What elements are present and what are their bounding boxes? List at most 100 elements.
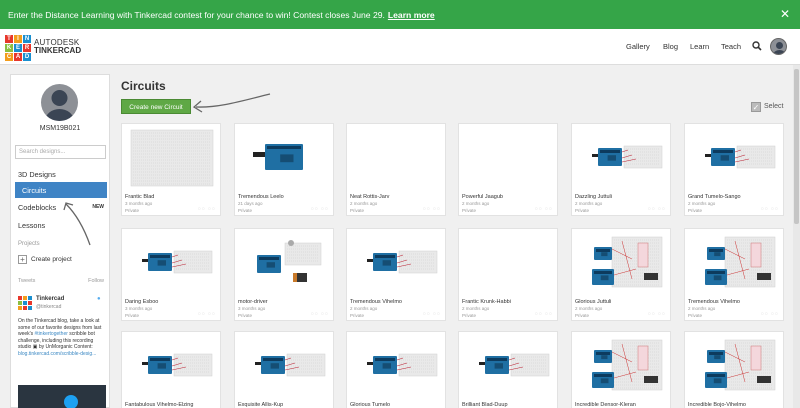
tweets-label: Tweets (18, 278, 36, 284)
circuit-name[interactable]: Exquisite Allis-Kup (238, 402, 283, 408)
nav-blog[interactable]: Blog (663, 42, 678, 51)
circuit-card[interactable]: Exquisite Allis-Kup (234, 331, 334, 408)
circuit-name[interactable]: Fantabulous Vihelmo-Elzing (125, 402, 193, 408)
tweet-body-3: by UnMorganic (38, 344, 73, 350)
circuit-thumbnail (705, 145, 776, 169)
circuit-name[interactable]: Frantic Krunk-Habbi (462, 299, 511, 305)
tweet-media[interactable] (18, 385, 106, 408)
circuit-card[interactable]: Daring Esboo 3 months ago Private ◌◌ ◌◌ (121, 228, 221, 321)
create-new-circuit-button[interactable]: Create new Circuit (121, 99, 191, 114)
card-actions-icon[interactable]: ◌◌ ◌◌ (423, 311, 441, 317)
circuit-card[interactable]: Brilliant Blad-Duup (458, 331, 558, 408)
circuit-thumbnail (592, 145, 663, 169)
tweet-author[interactable]: Tinkercad (36, 296, 64, 302)
sidebar-item-3d-designs[interactable]: 3D Designs (11, 166, 109, 182)
search-designs-input[interactable]: Search designs... (15, 145, 106, 159)
circuit-thumbnail (459, 229, 559, 297)
card-actions-icon[interactable]: ◌◌ ◌◌ (311, 311, 329, 317)
sidebar-item-lessons[interactable]: Lessons (11, 217, 109, 233)
annotation-arrow-top (195, 93, 271, 108)
user-avatar[interactable] (770, 38, 787, 55)
logo-letter: I (14, 35, 22, 43)
circuit-card[interactable]: Tremendous Leelo 21 days ago Private ◌◌ ◌◌ (234, 123, 334, 216)
circuit-card[interactable]: Frantic Blad 3 months ago Private ◌◌ ◌◌ (121, 123, 221, 216)
circuit-card[interactable]: Tremendous Vihelmo 2 months ago Private ◌◌ … (684, 228, 784, 321)
circuit-thumbnail (367, 250, 438, 274)
sidebar-item-codeblocks[interactable]: Codeblocks NEW (11, 199, 109, 215)
sidebar-item-label: 3D Designs (18, 170, 56, 179)
card-actions-icon[interactable]: ◌◌ ◌◌ (761, 311, 779, 317)
search-icon[interactable] (752, 41, 762, 51)
circuit-thumbnail (253, 144, 303, 170)
profile-avatar[interactable] (41, 84, 78, 121)
card-actions-icon[interactable]: ◌◌ ◌◌ (648, 206, 666, 212)
circuit-name[interactable]: Grand Tumelo-Sango (688, 194, 741, 200)
tweet-logo-cell (28, 301, 32, 305)
tweet-logo-cell (18, 296, 22, 300)
logo-letter: T (5, 35, 13, 43)
tweet-link[interactable]: blog.tinkercad.com/scribble-desig... (18, 351, 96, 357)
circuit-name[interactable]: Tremendous Leelo (238, 194, 284, 200)
circuit-card[interactable]: Neat Rottis-Jarv 2 months ago Private ◌◌ ◌◌ (346, 123, 446, 216)
circuit-card[interactable]: Powerful Jaagub 2 months ago Private ◌◌ ◌◌ (458, 123, 558, 216)
circuit-card[interactable]: Glorious Tumelo (346, 331, 446, 408)
circuit-name[interactable]: Glorious Tumelo (350, 402, 390, 408)
nav-gallery[interactable]: Gallery (626, 42, 650, 51)
circuit-card[interactable]: Fantabulous Vihelmo-Elzing (121, 331, 221, 408)
card-actions-icon[interactable]: ◌◌ ◌◌ (311, 206, 329, 212)
tweet-text: On the Tinkercad blog, take a look at so… (18, 318, 106, 357)
card-actions-icon[interactable]: ◌◌ ◌◌ (198, 206, 216, 212)
follow-link[interactable]: Follow (88, 278, 104, 284)
circuit-modified: 21 days ago (238, 201, 263, 206)
circuit-name[interactable]: Powerful Jaagub (462, 194, 503, 200)
circuit-privacy: Private (575, 208, 590, 213)
tweet-avatar[interactable] (18, 296, 32, 310)
card-actions-icon[interactable]: ◌◌ ◌◌ (761, 206, 779, 212)
circuit-name[interactable]: Incredible Bojo-Vihelmo (688, 402, 746, 408)
circuit-name[interactable]: Tremendous Vihelmo (350, 299, 402, 305)
tweet-logo-cell (23, 301, 27, 305)
page-scrollbar[interactable] (793, 65, 800, 408)
new-badge: NEW (92, 204, 104, 210)
circuit-card[interactable]: Dazzling Juttuli 2 months ago Private ◌◌ ◌◌ (571, 123, 671, 216)
play-icon[interactable] (64, 395, 78, 408)
nav-learn[interactable]: Learn (690, 42, 709, 51)
create-project-button[interactable]: + Create project (18, 255, 72, 264)
card-actions-icon[interactable]: ◌◌ ◌◌ (648, 311, 666, 317)
select-checkbox[interactable]: ✓ (751, 102, 761, 112)
brand-name[interactable]: AUTODESK TINKERCAD (34, 39, 81, 55)
circuit-thumbnail (479, 353, 550, 377)
circuit-name[interactable]: Brilliant Blad-Duup (462, 402, 508, 408)
card-actions-icon[interactable]: ◌◌ ◌◌ (198, 311, 216, 317)
circuit-name[interactable]: motor-driver (238, 299, 268, 305)
tweet-logo-cell (18, 301, 22, 305)
circuit-privacy: Private (238, 208, 253, 213)
tinkercad-logo[interactable]: TIN KER CAD (5, 35, 31, 61)
circuit-name[interactable]: Tremendous Vihelmo (688, 299, 740, 305)
scrollbar-thumb[interactable] (794, 69, 799, 224)
select-label[interactable]: Select (764, 103, 783, 110)
circuit-card[interactable]: Frantic Krunk-Habbi 2 months ago Private ◌◌… (458, 228, 558, 321)
close-icon[interactable]: ✕ (780, 8, 790, 20)
circuit-name[interactable]: Frantic Blad (125, 194, 154, 200)
card-actions-icon[interactable]: ◌◌ ◌◌ (535, 206, 553, 212)
tweet-handle[interactable]: @tinkercad (36, 304, 61, 310)
sidebar-item-circuits[interactable]: Circuits (15, 182, 107, 198)
circuit-card[interactable]: motor-driver 3 months ago Private ◌◌ ◌◌ (234, 228, 334, 321)
circuit-name[interactable]: Daring Esboo (125, 299, 158, 305)
circuit-card[interactable]: Grand Tumelo-Sango 2 months ago Private ◌◌ … (684, 123, 784, 216)
circuit-card[interactable]: Incredible Densor-Kleran (571, 331, 671, 408)
circuit-name[interactable]: Dazzling Juttuli (575, 194, 612, 200)
nav-teach[interactable]: Teach (721, 42, 741, 51)
learn-more-link[interactable]: Learn more (388, 10, 435, 20)
circuit-card[interactable]: Glorious Juttuli 2 months ago Private ◌◌ ◌◌ (571, 228, 671, 321)
card-actions-icon[interactable]: ◌◌ ◌◌ (423, 206, 441, 212)
circuit-card[interactable]: Tremendous Vihelmo 2 months ago Private ◌◌ … (346, 228, 446, 321)
circuit-modified: 2 months ago (462, 201, 490, 206)
tweet-hashtag[interactable]: #tinkertogether (35, 331, 68, 337)
circuit-name[interactable]: Incredible Densor-Kleran (575, 402, 636, 408)
circuit-card[interactable]: Incredible Bojo-Vihelmo (684, 331, 784, 408)
circuit-name[interactable]: Glorious Juttuli (575, 299, 611, 305)
circuit-name[interactable]: Neat Rottis-Jarv (350, 194, 389, 200)
card-actions-icon[interactable]: ◌◌ ◌◌ (535, 311, 553, 317)
